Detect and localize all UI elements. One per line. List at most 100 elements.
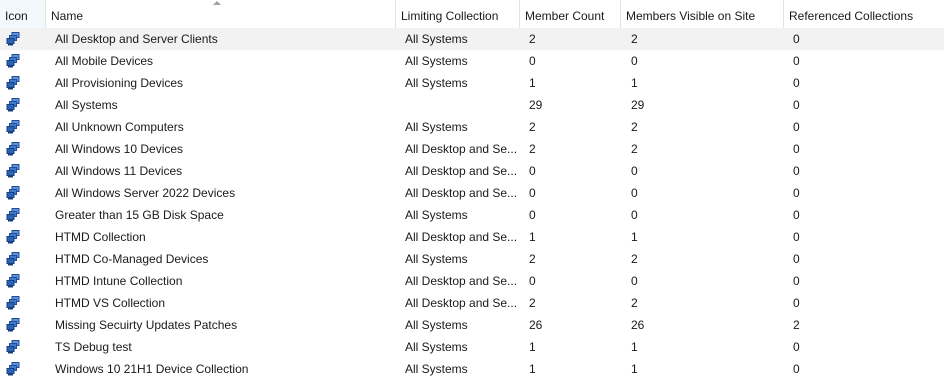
referenced-collections: 0 — [793, 32, 800, 46]
referenced-collections: 0 — [793, 186, 800, 200]
column-header-limiting-collection[interactable]: Limiting Collection — [396, 0, 520, 28]
member-count: 1 — [529, 340, 536, 354]
limiting-collection: All Systems — [405, 318, 468, 332]
members-visible-on-site: 0 — [631, 164, 638, 178]
limiting-collection: All Desktop and Se... — [405, 296, 518, 310]
limiting-collection: All Systems — [405, 208, 468, 222]
member-count: 2 — [529, 32, 536, 46]
row-icon-cell — [0, 270, 46, 292]
collection-name: All Unknown Computers — [55, 120, 184, 134]
collection-name: TS Debug test — [55, 340, 132, 354]
device-collection-icon — [6, 296, 20, 310]
referenced-collections: 0 — [793, 252, 800, 266]
collection-name: Greater than 15 GB Disk Space — [55, 208, 224, 222]
table-row[interactable]: All Windows 11 Devices All Desktop and Se… — [0, 160, 944, 182]
device-collection-icon — [6, 54, 20, 68]
device-collection-icon — [6, 98, 20, 112]
row-icon-cell — [0, 50, 46, 72]
row-icon-cell — [0, 94, 46, 116]
row-icon-cell — [0, 314, 46, 336]
limiting-collection: All Systems — [405, 120, 468, 134]
limiting-collection: All Systems — [405, 32, 468, 46]
collection-name: All Windows Server 2022 Devices — [55, 186, 236, 200]
limiting-collection: All Systems — [405, 362, 468, 376]
member-count: 2 — [529, 120, 536, 134]
collections-list-view: Icon Name Limiting Collection Member Cou… — [0, 0, 944, 392]
device-collection-icon — [6, 340, 20, 354]
table-row[interactable]: TS Debug test All Systems 1 1 0 — [0, 336, 944, 358]
row-icon-cell — [0, 358, 46, 380]
table-row[interactable]: All Provisioning Devices All Systems 1 1 0 — [0, 72, 944, 94]
sort-ascending-icon — [213, 1, 221, 5]
column-header-name[interactable]: Name — [46, 0, 396, 28]
row-icon-cell — [0, 72, 46, 94]
members-visible-on-site: 1 — [631, 362, 638, 376]
referenced-collections: 0 — [793, 230, 800, 244]
collection-name: HTMD Co-Managed Devices — [55, 252, 209, 266]
table-row[interactable]: All Windows Server 2022 Devices All Deskt… — [0, 182, 944, 204]
referenced-collections: 0 — [793, 98, 800, 112]
member-count: 1 — [529, 230, 536, 244]
table-row[interactable]: Missing Secuirty Updates Patches All Syst… — [0, 314, 944, 336]
column-header-icon[interactable]: Icon — [0, 0, 46, 28]
member-count: 0 — [529, 164, 536, 178]
column-header-row: Icon Name Limiting Collection Member Cou… — [0, 0, 944, 29]
referenced-collections: 0 — [793, 340, 800, 354]
column-header-members-visible[interactable]: Members Visible on Site — [621, 0, 784, 28]
referenced-collections: 0 — [793, 120, 800, 134]
column-header-referenced-collections[interactable]: Referenced Collections — [784, 0, 944, 28]
member-count: 2 — [529, 142, 536, 156]
table-row[interactable]: All Systems 29 29 0 — [0, 94, 944, 116]
table-row[interactable]: All Desktop and Server Clients All System… — [0, 28, 944, 50]
collections-rows: All Desktop and Server Clients All System… — [0, 28, 944, 380]
column-header-member-count[interactable]: Member Count — [520, 0, 621, 28]
members-visible-on-site: 1 — [631, 230, 638, 244]
table-row[interactable]: HTMD Intune Collection All Desktop and Se… — [0, 270, 944, 292]
member-count: 0 — [529, 54, 536, 68]
row-icon-cell — [0, 116, 46, 138]
row-icon-cell — [0, 28, 46, 50]
device-collection-icon — [6, 230, 20, 244]
collection-name: All Systems — [55, 98, 118, 112]
members-visible-on-site: 2 — [631, 120, 638, 134]
row-icon-cell — [0, 138, 46, 160]
members-visible-on-site: 0 — [631, 274, 638, 288]
collection-name: All Windows 10 Devices — [55, 142, 184, 156]
limiting-collection: All Desktop and Se... — [405, 186, 518, 200]
limiting-collection — [405, 94, 519, 116]
table-row[interactable]: HTMD Collection All Desktop and Se... 1 1 0 — [0, 226, 944, 248]
table-row[interactable]: All Windows 10 Devices All Desktop and Se… — [0, 138, 944, 160]
row-icon-cell — [0, 226, 46, 248]
row-icon-cell — [0, 160, 46, 182]
collection-name: All Desktop and Server Clients — [55, 32, 218, 46]
table-row[interactable]: All Unknown Computers All Systems 2 2 0 — [0, 116, 944, 138]
member-count: 1 — [529, 76, 536, 90]
referenced-collections: 2 — [793, 318, 800, 332]
device-collection-icon — [6, 32, 20, 46]
member-count: 26 — [529, 318, 543, 332]
row-icon-cell — [0, 204, 46, 226]
table-row[interactable]: All Mobile Devices All Systems 0 0 0 — [0, 50, 944, 72]
members-visible-on-site: 2 — [631, 142, 638, 156]
referenced-collections: 0 — [793, 54, 800, 68]
member-count: 29 — [529, 98, 543, 112]
row-icon-cell — [0, 292, 46, 314]
table-row[interactable]: HTMD Co-Managed Devices All Systems 2 2 0 — [0, 248, 944, 270]
collection-name: HTMD Intune Collection — [55, 274, 183, 288]
limiting-collection: All Desktop and Se... — [405, 142, 518, 156]
table-row[interactable]: Greater than 15 GB Disk Space All Systems… — [0, 204, 944, 226]
referenced-collections: 0 — [793, 274, 800, 288]
members-visible-on-site: 1 — [631, 76, 638, 90]
device-collection-icon — [6, 208, 20, 222]
device-collection-icon — [6, 318, 20, 332]
member-count: 0 — [529, 274, 536, 288]
device-collection-icon — [6, 120, 20, 134]
device-collection-icon — [6, 362, 20, 376]
referenced-collections: 0 — [793, 76, 800, 90]
table-row[interactable]: HTMD VS Collection All Desktop and Se... 2… — [0, 292, 944, 314]
table-row[interactable]: Windows 10 21H1 Device Collection All Sys… — [0, 358, 944, 380]
collection-name: Missing Secuirty Updates Patches — [55, 318, 238, 332]
limiting-collection: All Desktop and Se... — [405, 164, 518, 178]
members-visible-on-site: 1 — [631, 340, 638, 354]
device-collection-icon — [6, 164, 20, 178]
